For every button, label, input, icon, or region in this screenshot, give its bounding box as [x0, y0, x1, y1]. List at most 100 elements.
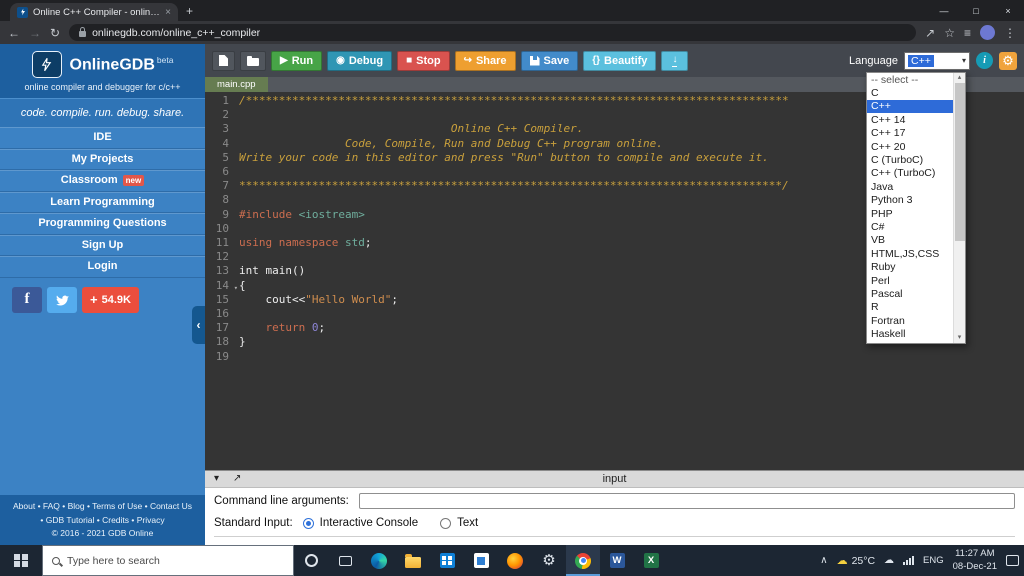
weather-widget[interactable]: ☁ 25°C — [837, 554, 875, 568]
panel-expand-icon[interactable]: ↗ — [233, 474, 241, 484]
url-bar[interactable]: onlinegdb.com/online_c++_compiler — [69, 24, 917, 41]
start-button[interactable] — [0, 545, 42, 576]
interactive-console-radio[interactable] — [302, 517, 314, 529]
language-option[interactable]: Ruby — [867, 260, 953, 273]
settings-taskbar-button[interactable]: ⚙ — [532, 545, 566, 576]
back-icon[interactable]: ← — [8, 27, 20, 39]
language-option[interactable]: R — [867, 301, 953, 314]
store-button[interactable] — [430, 545, 464, 576]
network-signal-icon[interactable] — [903, 556, 915, 565]
scroll-up-icon[interactable]: ▴ — [958, 73, 962, 83]
cmd-args-input[interactable] — [358, 493, 1015, 509]
language-option[interactable]: C++ 14 — [867, 113, 953, 126]
language-option[interactable]: C (TurboC) — [867, 153, 953, 166]
forward-icon[interactable]: → — [29, 27, 41, 39]
language-option[interactable]: C++ (TurboC) — [867, 167, 953, 180]
reading-list-icon[interactable]: ≡ — [964, 27, 971, 39]
window-minimize-button[interactable]: — — [928, 0, 960, 21]
language-option[interactable]: Pascal — [867, 287, 953, 300]
share-button[interactable]: ↪ Share — [454, 50, 516, 71]
language-option[interactable]: PHP — [867, 207, 953, 220]
footer-links-1[interactable]: About • FAQ • Blog • Terms of Use • Cont… — [2, 500, 203, 514]
language-option[interactable]: Python 3 — [867, 194, 953, 207]
code-line[interactable]: 19 — [205, 350, 1024, 364]
sidebar-item-ide[interactable]: IDE — [0, 127, 205, 149]
footer-links-2[interactable]: • GDB Tutorial • Credits • Privacy — [2, 514, 203, 528]
sidebar-item-classroom[interactable]: Classroom new — [0, 170, 205, 192]
save-button[interactable]: Save — [520, 50, 579, 71]
keyboard-language[interactable]: ENG — [923, 555, 944, 566]
facebook-button[interactable]: f — [12, 286, 42, 313]
language-select[interactable]: C++ ▾ — [904, 51, 970, 70]
settings-gear-icon: ⚙ — [542, 552, 556, 569]
run-button[interactable]: ▶ Run — [271, 50, 323, 71]
sidebar-collapse-handle[interactable]: ‹ — [192, 306, 205, 344]
browser-menu-icon[interactable]: ⋮ — [1004, 27, 1016, 39]
share-page-icon[interactable]: ↗ — [925, 27, 935, 39]
photos-button[interactable] — [464, 545, 498, 576]
tab-close-icon[interactable]: × — [165, 7, 171, 18]
language-option[interactable]: Java — [867, 180, 953, 193]
sidebar-item-programming-questions[interactable]: Programming Questions — [0, 213, 205, 235]
action-center-icon[interactable] — [1006, 555, 1019, 566]
sidebar-item-label: Learn Programming — [50, 195, 155, 208]
line-number: 14 ▾ — [205, 279, 239, 293]
language-option[interactable]: HTML,JS,CSS — [867, 247, 953, 260]
cortana-button[interactable] — [294, 545, 328, 576]
beautify-button[interactable]: {} Beautify — [583, 50, 657, 71]
file-explorer-button[interactable] — [396, 545, 430, 576]
store-icon — [439, 553, 455, 568]
sidebar-item-login[interactable]: Login — [0, 256, 205, 278]
language-option[interactable]: C# — [867, 220, 953, 233]
sidebar-item-sign-up[interactable]: Sign Up — [0, 235, 205, 256]
language-option[interactable]: C++ — [867, 99, 953, 114]
language-option[interactable]: -- select -- — [867, 73, 953, 86]
file-tab-main-cpp[interactable]: main.cpp — [205, 77, 268, 92]
window-close-button[interactable]: × — [992, 0, 1024, 21]
window-maximize-button[interactable]: □ — [960, 0, 992, 21]
panel-collapse-icon[interactable]: ▾ — [214, 474, 219, 484]
new-file-button[interactable] — [212, 50, 235, 71]
language-option[interactable]: C++ 17 — [867, 127, 953, 140]
task-view-button[interactable] — [328, 545, 362, 576]
scrollbar-thumb[interactable] — [954, 83, 965, 241]
language-option[interactable]: C++ 20 — [867, 140, 953, 153]
new-tab-button[interactable]: + — [186, 4, 193, 18]
word-button[interactable]: W — [600, 545, 634, 576]
language-option[interactable]: Perl — [867, 274, 953, 287]
firefox-button[interactable] — [498, 545, 532, 576]
language-option[interactable]: VB — [867, 234, 953, 247]
language-option[interactable]: C — [867, 86, 953, 99]
language-option[interactable]: Fortran — [867, 314, 953, 327]
chrome-button[interactable] — [566, 545, 600, 576]
time: 11:27 AM — [955, 548, 995, 560]
bookmark-star-icon[interactable]: ☆ — [944, 27, 955, 39]
dropdown-scrollbar[interactable]: ▴ ▾ — [953, 73, 965, 343]
share-count-button[interactable]: + 54.9K — [82, 286, 139, 313]
language-dropdown: -- select -- C C++ C++ 14 C++ 17 C++ 20 C (Tur… — [866, 72, 966, 344]
clock[interactable]: 11:27 AM 08-Dec-21 — [953, 548, 997, 573]
excel-button[interactable]: X — [634, 545, 668, 576]
code-text: { — [239, 278, 246, 292]
scroll-down-icon[interactable]: ▾ — [958, 333, 962, 343]
stop-button[interactable]: ■ Stop — [397, 50, 450, 71]
text-radio-label: Text — [457, 517, 479, 529]
refresh-icon[interactable]: ↻ — [50, 27, 60, 39]
twitter-button[interactable] — [47, 286, 77, 313]
browser-tab[interactable]: Online C++ Compiler - online ed × — [10, 3, 178, 21]
debug-button[interactable]: ◉ Debug — [327, 50, 393, 71]
windows-logo-icon — [14, 553, 28, 568]
taskbar-search[interactable]: Type here to search — [42, 545, 294, 576]
sidebar-item-learn-programming[interactable]: Learn Programming — [0, 192, 205, 213]
open-file-button[interactable] — [240, 50, 266, 71]
text-radio[interactable] — [440, 517, 452, 529]
language-option[interactable]: Haskell — [867, 327, 953, 340]
onedrive-cloud-icon[interactable]: ☁ — [884, 555, 894, 566]
profile-avatar[interactable] — [980, 25, 995, 40]
tray-chevron-icon[interactable]: ∧ — [820, 555, 827, 566]
download-button[interactable]: ↓ — [661, 50, 689, 71]
edge-button[interactable] — [362, 545, 396, 576]
info-button[interactable]: i — [976, 52, 993, 69]
sidebar-item-my-projects[interactable]: My Projects — [0, 149, 205, 170]
settings-button[interactable]: ⚙ — [999, 51, 1017, 70]
